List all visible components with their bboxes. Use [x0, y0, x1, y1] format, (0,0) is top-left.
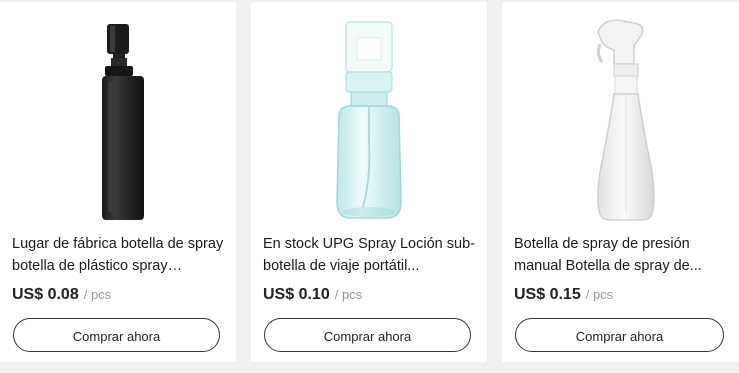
- product-card[interactable]: Botella de spray de presión manual Botel…: [502, 2, 739, 362]
- price-row: US$ 0.15 / pcs: [514, 286, 613, 304]
- price-unit: / pcs: [83, 287, 112, 302]
- product-card[interactable]: En stock UPG Spray Loción sub-botella de…: [251, 2, 487, 362]
- product-price: US$ 0.10: [263, 286, 330, 303]
- trigger-spray-bottle-image[interactable]: [502, 2, 739, 227]
- buy-now-button[interactable]: Comprar ahora: [515, 318, 724, 352]
- product-title[interactable]: Botella de spray de presión manual Botel…: [514, 233, 729, 277]
- buy-now-button[interactable]: Comprar ahora: [264, 318, 471, 352]
- product-price: US$ 0.08: [12, 286, 79, 303]
- black-spray-bottle-image[interactable]: [0, 2, 236, 227]
- product-grid: Lugar de fábrica botella de spray botell…: [0, 0, 739, 373]
- clear-lotion-spray-bottle-image[interactable]: [251, 2, 487, 227]
- price-unit: / pcs: [585, 287, 614, 302]
- product-card[interactable]: Lugar de fábrica botella de spray botell…: [0, 2, 236, 362]
- price-unit: / pcs: [334, 287, 363, 302]
- price-row: US$ 0.10 / pcs: [263, 286, 362, 304]
- product-price: US$ 0.15: [514, 286, 581, 303]
- price-row: US$ 0.08 / pcs: [12, 286, 111, 304]
- buy-now-button[interactable]: Comprar ahora: [13, 318, 220, 352]
- product-title[interactable]: Lugar de fábrica botella de spray botell…: [12, 233, 226, 277]
- product-title[interactable]: En stock UPG Spray Loción sub-botella de…: [263, 233, 477, 277]
